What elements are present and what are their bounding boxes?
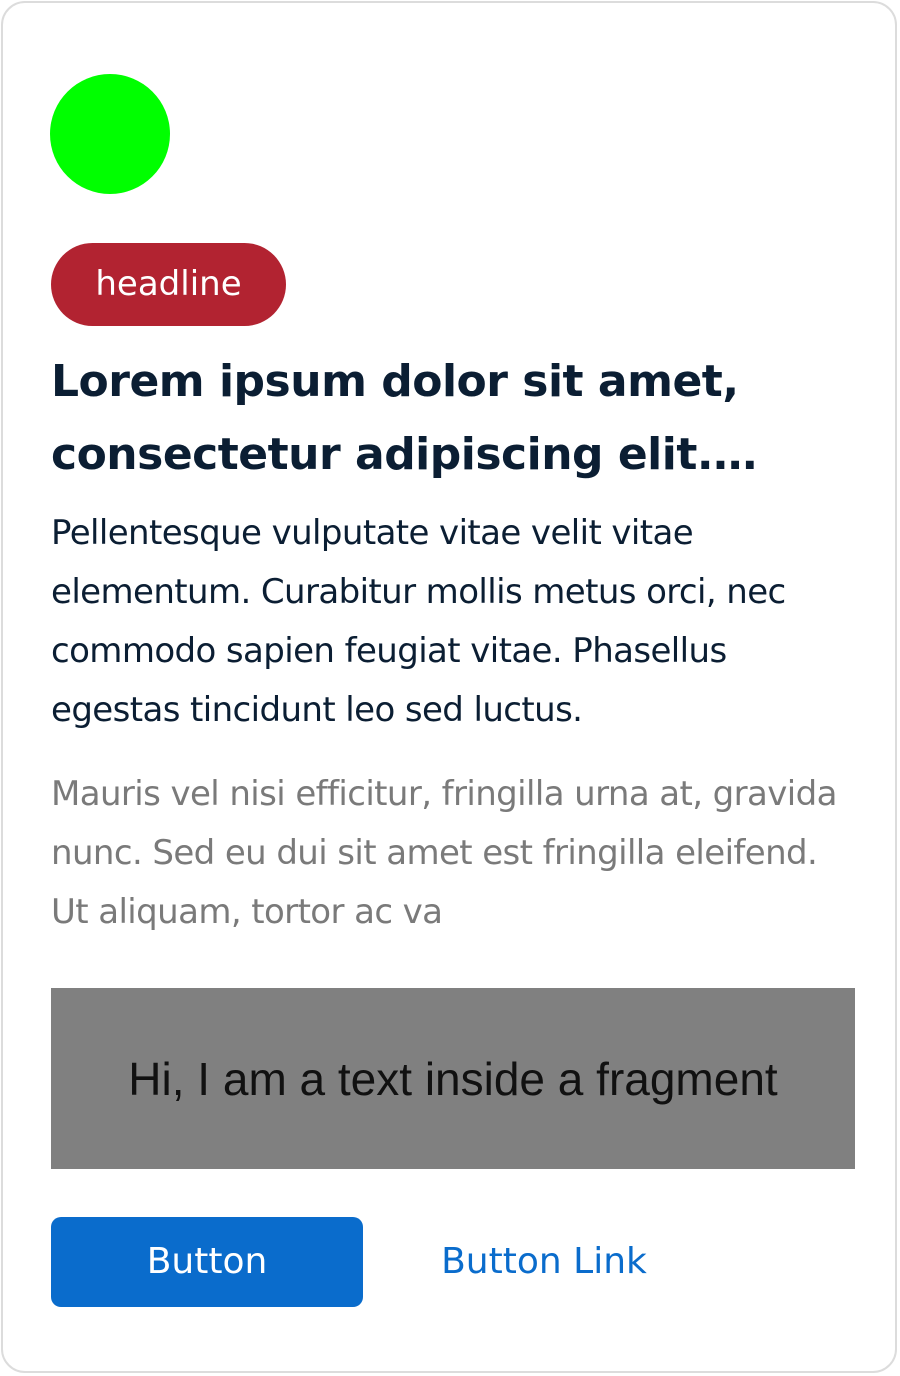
fragment-text: Hi, I am a text inside a fragment: [128, 1052, 778, 1105]
card: headline Lorem ipsum dolor sit amet, con…: [1, 1, 897, 1373]
primary-button[interactable]: Button: [51, 1217, 363, 1307]
card-secondary-text: Mauris vel nisi efficitur, fringilla urn…: [51, 774, 837, 932]
fragment-container: Hi, I am a text inside a fragment: [51, 988, 855, 1169]
headline-tag: headline: [51, 243, 286, 326]
card-description: Pellentesque vulputate vitae velit vitae…: [51, 513, 786, 730]
avatar: [50, 74, 170, 194]
card-title: Lorem ipsum dolor sit amet, consectetur …: [51, 356, 739, 480]
link-button[interactable]: Button Link: [403, 1217, 685, 1307]
